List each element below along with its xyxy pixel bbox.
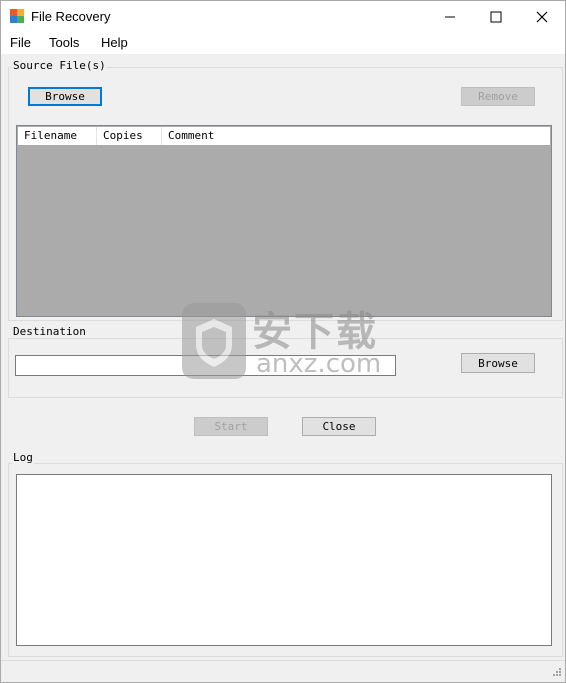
source-browse-button[interactable]: Browse [28, 87, 102, 106]
maximize-button[interactable] [473, 1, 519, 32]
menu-help[interactable]: Help [101, 35, 128, 50]
menu-bar: File Tools Help [1, 32, 565, 55]
source-files-label: Source File(s) [12, 59, 107, 72]
maximize-icon [490, 11, 502, 22]
close-icon [536, 11, 548, 22]
status-bar-divider [1, 660, 565, 661]
log-textarea[interactable] [16, 474, 552, 646]
remove-button[interactable]: Remove [461, 87, 535, 106]
column-filename[interactable]: Filename [18, 127, 97, 145]
close-window-button[interactable] [519, 1, 565, 32]
column-copies[interactable]: Copies [97, 127, 162, 145]
minimize-icon [445, 16, 455, 17]
start-button[interactable]: Start [194, 417, 268, 436]
destination-browse-button[interactable]: Browse [461, 353, 535, 373]
file-recovery-window: File Recovery File Tools Help Source Fil… [0, 0, 566, 683]
close-button[interactable]: Close [302, 417, 376, 436]
menu-tools[interactable]: Tools [49, 35, 79, 50]
app-icon [10, 9, 24, 23]
destination-label: Destination [12, 325, 87, 338]
window-title: File Recovery [31, 9, 111, 24]
log-label: Log [12, 451, 34, 464]
source-files-list[interactable]: Filename Copies Comment [16, 125, 552, 317]
list-header: Filename Copies Comment [18, 127, 550, 145]
title-bar[interactable]: File Recovery [1, 1, 565, 32]
menu-file[interactable]: File [10, 35, 31, 50]
resize-grip-icon[interactable] [552, 667, 562, 677]
column-comment[interactable]: Comment [162, 127, 550, 145]
main-content: Source File(s) Browse Remove Filename Co… [1, 55, 565, 682]
destination-path-input[interactable] [15, 355, 396, 376]
minimize-button[interactable] [427, 1, 473, 32]
